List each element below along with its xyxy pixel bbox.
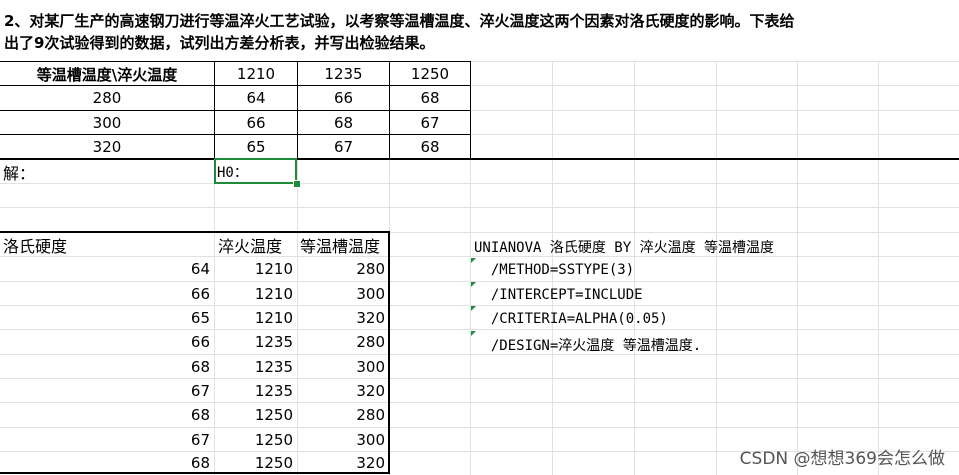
table1-row1-label[interactable]: 280	[0, 86, 214, 110]
table2-header-bath[interactable]: 等温槽温度	[297, 233, 389, 257]
syntax-line-2[interactable]: /METHOD=SSTYPE(3)	[474, 262, 634, 278]
table1-cell[interactable]: 68	[390, 86, 470, 110]
table1-header-col1[interactable]: 1210	[215, 62, 297, 86]
spreadsheet-sheet[interactable]: 2、对某厂生产的高速钢刀进行等温淬火工艺试验，以考察等温槽温度、淬火温度这两个因…	[0, 0, 959, 475]
table1-cell[interactable]: 66	[298, 86, 389, 110]
table2-cell[interactable]: 64	[0, 257, 214, 281]
problem-text-line1: 2、对某厂生产的高速钢刀进行等温淬火工艺试验，以考察等温槽温度、淬火温度这两个因…	[4, 12, 795, 30]
table2-cell[interactable]: 1210	[215, 306, 297, 330]
table2-cell[interactable]: 1210	[215, 257, 297, 281]
table2-cell[interactable]: 280	[297, 403, 389, 427]
table2-cell[interactable]: 280	[297, 330, 389, 354]
table1-header-col3[interactable]: 1250	[390, 62, 470, 86]
table2-cell[interactable]: 67	[0, 428, 214, 452]
table2-cell[interactable]: 300	[297, 282, 389, 306]
syntax-line-3[interactable]: /INTERCEPT=INCLUDE	[474, 287, 643, 303]
fill-handle[interactable]	[293, 180, 301, 188]
table1-cell[interactable]: 65	[215, 135, 297, 159]
solution-label[interactable]: 解：	[0, 160, 214, 184]
table2-cell[interactable]: 1235	[215, 379, 297, 403]
watermark: CSDN @想想369会怎么做	[739, 449, 945, 469]
table1-row3-label[interactable]: 320	[0, 135, 214, 159]
table1-cell[interactable]: 68	[390, 135, 470, 159]
table2-cell[interactable]: 67	[0, 379, 214, 403]
table2-cell[interactable]: 1210	[215, 282, 297, 306]
table2-cell[interactable]: 66	[0, 282, 214, 306]
syntax-line-4[interactable]: /CRITERIA=ALPHA(0.05)	[474, 311, 668, 327]
table2-cell[interactable]: 68	[0, 355, 214, 379]
table2-cell[interactable]: 300	[297, 428, 389, 452]
table2-cell[interactable]: 320	[297, 306, 389, 330]
table2-cell[interactable]: 68	[0, 403, 214, 427]
table2-cell[interactable]: 1250	[215, 403, 297, 427]
table2-cell[interactable]: 320	[297, 379, 389, 403]
table1-header-col2[interactable]: 1235	[298, 62, 389, 86]
table1-cell[interactable]: 68	[298, 111, 389, 135]
table1-cell[interactable]: 67	[298, 135, 389, 159]
table2-header-hardness[interactable]: 洛氏硬度	[0, 233, 214, 257]
table1-cell[interactable]: 66	[215, 111, 297, 135]
table2-cell[interactable]: 66	[0, 330, 214, 354]
table2-cell[interactable]: 1250	[215, 451, 297, 475]
table1-cell[interactable]: 67	[390, 111, 470, 135]
table2-cell[interactable]: 1235	[215, 330, 297, 354]
table2-header-quench[interactable]: 淬火温度	[215, 233, 297, 257]
table2-cell[interactable]: 1250	[215, 428, 297, 452]
table2-cell[interactable]: 320	[297, 451, 389, 475]
active-cell-selection	[214, 158, 297, 184]
table1-row2-label[interactable]: 300	[0, 111, 214, 135]
table1-header-corner[interactable]: 等温槽温度\淬火温度	[0, 62, 214, 86]
syntax-line-5[interactable]: /DESIGN=淬火温度 等温槽温度.	[474, 335, 701, 355]
table2-cell[interactable]: 65	[0, 306, 214, 330]
table2-cell[interactable]: 68	[0, 451, 214, 475]
table2-cell[interactable]: 280	[297, 257, 389, 281]
problem-text-line2: 出了9次试验得到的数据，试列出方差分析表，并写出检验结果。	[4, 34, 435, 52]
table2-cell[interactable]: 300	[297, 355, 389, 379]
table1-cell[interactable]: 64	[215, 86, 297, 110]
syntax-line-1[interactable]: UNIANOVA 洛氏硬度 BY 淬火温度 等温槽温度	[474, 237, 774, 257]
table2-cell[interactable]: 1235	[215, 355, 297, 379]
